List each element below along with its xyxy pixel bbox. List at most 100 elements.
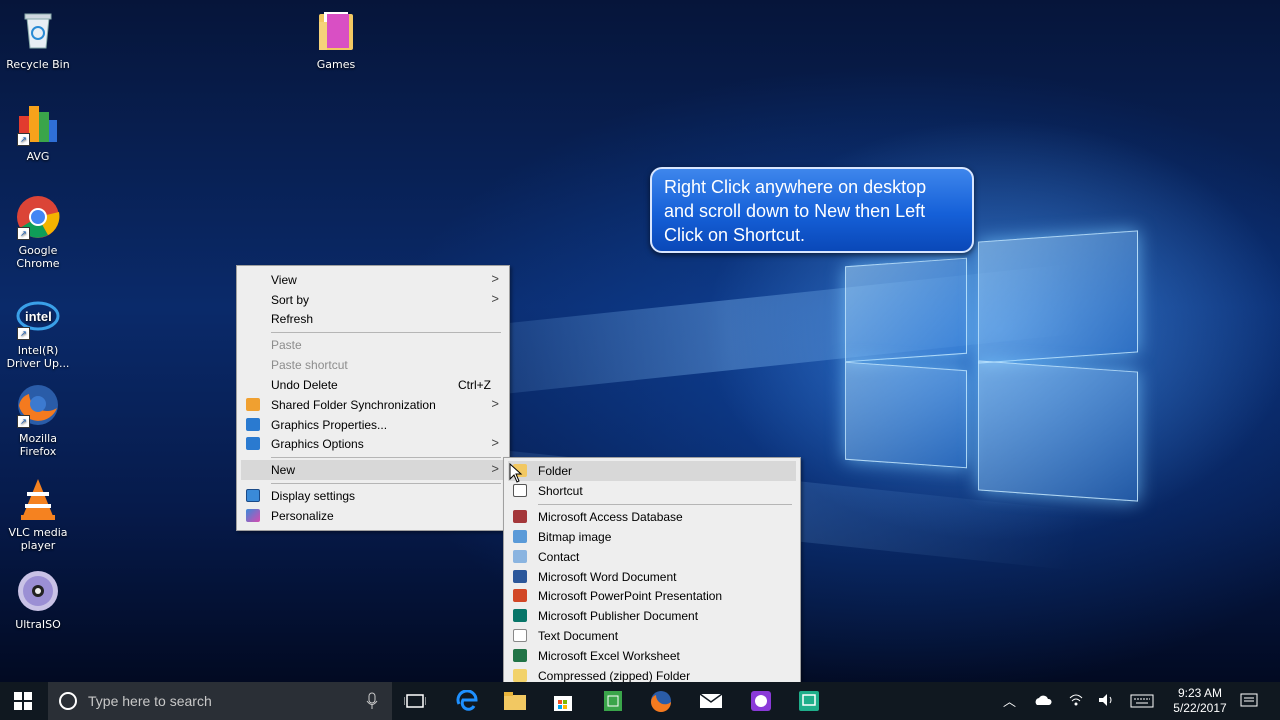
shortcut-icon bbox=[513, 484, 527, 497]
icon-label: UltraISO bbox=[15, 618, 61, 631]
menu-item-graphics-properties[interactable]: Graphics Properties... bbox=[241, 415, 505, 435]
desktop-icon-ultraiso[interactable]: UltraISO bbox=[0, 568, 76, 631]
taskbar-firefox[interactable] bbox=[638, 682, 684, 720]
submenu-item-zip-folder[interactable]: Compressed (zipped) Folder bbox=[508, 666, 796, 682]
personalize-icon bbox=[246, 509, 260, 522]
keyboard-icon[interactable] bbox=[1130, 694, 1154, 708]
taskbar-spreadsheet-app[interactable] bbox=[590, 682, 636, 720]
task-view-icon bbox=[404, 694, 426, 708]
excel-icon bbox=[513, 649, 527, 662]
submenu-item-shortcut[interactable]: Shortcut bbox=[508, 481, 796, 501]
icon-label: Games bbox=[316, 58, 356, 71]
submenu-item-bitmap[interactable]: Bitmap image bbox=[508, 527, 796, 547]
shortcut-arrow-icon: ↗ bbox=[17, 133, 30, 146]
menu-item-personalize[interactable]: Personalize bbox=[241, 506, 505, 526]
menu-item-display-settings[interactable]: Display settings bbox=[241, 486, 505, 506]
submenu-item-publisher[interactable]: Microsoft Publisher Document bbox=[508, 606, 796, 626]
desktop-icon-intel-driver[interactable]: intel ↗ Intel(R) Driver Up... bbox=[0, 294, 76, 370]
show-hidden-icons-icon[interactable]: ︿ bbox=[1003, 691, 1016, 710]
mail-icon bbox=[699, 693, 723, 708]
menu-item-view[interactable]: View > bbox=[241, 270, 505, 290]
icon-label: VLC media player bbox=[8, 526, 68, 552]
submenu-item-excel[interactable]: Microsoft Excel Worksheet bbox=[508, 646, 796, 666]
taskbar-mail[interactable] bbox=[688, 682, 734, 720]
submenu-item-folder[interactable]: Folder bbox=[508, 461, 796, 481]
menu-separator bbox=[538, 504, 792, 505]
desktop-icon-chrome[interactable]: ↗ Google Chrome bbox=[0, 194, 76, 270]
desktop-icon-vlc[interactable]: VLC media player bbox=[0, 476, 76, 552]
menu-item-paste[interactable]: Paste bbox=[241, 335, 505, 355]
firefox-icon bbox=[650, 691, 671, 712]
task-view-button[interactable] bbox=[392, 682, 438, 720]
edge-icon bbox=[456, 690, 478, 711]
search-box[interactable]: Type here to search bbox=[48, 682, 392, 720]
submenu-item-contact[interactable]: Contact bbox=[508, 547, 796, 567]
desktop-icon-recycle-bin[interactable]: Recycle Bin bbox=[0, 8, 76, 71]
onedrive-icon[interactable] bbox=[1034, 694, 1052, 706]
clock-time: 9:23 AM bbox=[1177, 686, 1223, 700]
tutorial-callout: Right Click anywhere on desktop and scro… bbox=[650, 167, 974, 253]
wifi-icon[interactable] bbox=[1068, 692, 1084, 708]
icon-label: Google Chrome bbox=[16, 244, 60, 270]
menu-item-paste-shortcut[interactable]: Paste shortcut bbox=[241, 355, 505, 375]
folder-icon bbox=[313, 8, 359, 54]
shortcut-arrow-icon: ↗ bbox=[17, 227, 30, 240]
clock[interactable]: 9:23 AM 5/22/2017 bbox=[1164, 686, 1236, 716]
menu-item-sort-by[interactable]: Sort by > bbox=[241, 290, 505, 310]
menu-item-shared-folder-sync[interactable]: Shared Folder Synchronization > bbox=[241, 395, 505, 415]
taskbar-file-explorer[interactable] bbox=[492, 682, 538, 720]
desktop-icon-firefox[interactable]: ↗ Mozilla Firefox bbox=[0, 382, 76, 458]
chevron-right-icon: > bbox=[491, 291, 499, 306]
submenu-item-text-document[interactable]: Text Document bbox=[508, 626, 796, 646]
menu-item-undo-delete[interactable]: Undo Delete Ctrl+Z bbox=[241, 375, 505, 395]
desktop-icon-games[interactable]: Games bbox=[298, 8, 374, 71]
publisher-icon bbox=[513, 609, 527, 622]
clock-date: 5/22/2017 bbox=[1173, 701, 1227, 715]
taskbar-messenger[interactable] bbox=[738, 682, 784, 720]
taskbar-app[interactable] bbox=[786, 682, 832, 720]
submenu-item-access[interactable]: Microsoft Access Database bbox=[508, 507, 796, 527]
bitmap-icon bbox=[513, 530, 527, 543]
vlc-icon bbox=[15, 476, 61, 522]
avg-icon: ↗ bbox=[15, 100, 61, 146]
file-explorer-icon bbox=[504, 692, 526, 710]
ultraiso-icon bbox=[15, 568, 61, 614]
taskbar-store[interactable] bbox=[540, 682, 586, 720]
text-document-icon bbox=[513, 629, 527, 642]
submenu-item-powerpoint[interactable]: Microsoft PowerPoint Presentation bbox=[508, 586, 796, 606]
menu-item-graphics-options[interactable]: Graphics Options > bbox=[241, 434, 505, 454]
shortcut-arrow-icon: ↗ bbox=[17, 415, 30, 428]
powerpoint-icon bbox=[513, 589, 527, 602]
store-icon bbox=[554, 696, 572, 711]
icon-label: Recycle Bin bbox=[6, 58, 70, 71]
display-icon bbox=[246, 489, 260, 502]
new-submenu: Folder Shortcut Microsoft Access Databas… bbox=[503, 457, 801, 682]
chrome-icon: ↗ bbox=[15, 194, 61, 240]
svg-text:intel: intel bbox=[25, 309, 52, 324]
icon-label: Intel(R) Driver Up... bbox=[6, 344, 70, 370]
volume-icon[interactable] bbox=[1098, 693, 1116, 707]
messenger-icon bbox=[751, 691, 771, 711]
chevron-right-icon: > bbox=[491, 461, 499, 476]
shortcut-arrow-icon: ↗ bbox=[17, 327, 30, 340]
menu-item-new[interactable]: New > bbox=[241, 460, 505, 480]
menu-item-refresh[interactable]: Refresh bbox=[241, 309, 505, 329]
taskbar: Type here to search ︿ 9:23 AM 5/22/2017 bbox=[0, 682, 1280, 720]
desktop[interactable]: Recycle Bin Games ↗ AVG ↗ Google Chrome … bbox=[0, 0, 1280, 682]
desktop-icon-avg[interactable]: ↗ AVG bbox=[0, 100, 76, 163]
action-center-icon[interactable] bbox=[1240, 693, 1258, 709]
chevron-right-icon: > bbox=[491, 396, 499, 411]
microphone-icon[interactable] bbox=[366, 692, 378, 710]
zip-folder-icon bbox=[513, 669, 527, 682]
word-icon bbox=[513, 570, 527, 583]
icon-label: Mozilla Firefox bbox=[19, 432, 57, 458]
app-icon bbox=[799, 691, 819, 711]
intel-icon: intel ↗ bbox=[15, 294, 61, 340]
taskbar-edge[interactable] bbox=[444, 682, 490, 720]
firefox-icon: ↗ bbox=[15, 382, 61, 428]
recycle-bin-icon bbox=[15, 8, 61, 54]
desktop-context-menu: View > Sort by > Refresh Paste Paste sho… bbox=[236, 265, 510, 531]
cortana-icon bbox=[59, 692, 77, 710]
submenu-item-word[interactable]: Microsoft Word Document bbox=[508, 567, 796, 587]
start-button[interactable] bbox=[0, 682, 46, 720]
